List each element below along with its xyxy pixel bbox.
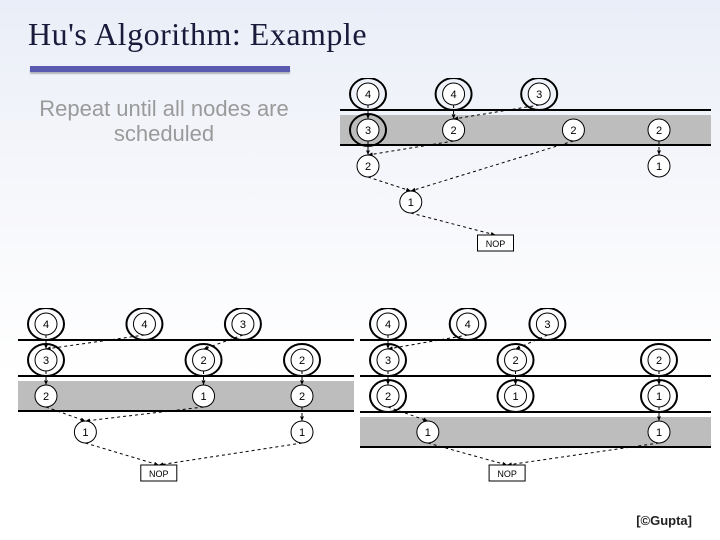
svg-text:2: 2 (299, 355, 305, 367)
svg-text:2: 2 (200, 355, 206, 367)
svg-text:2: 2 (299, 391, 305, 403)
svg-text:3: 3 (365, 125, 371, 137)
svg-text:2: 2 (43, 391, 49, 403)
svg-text:2: 2 (512, 355, 518, 367)
svg-text:4: 4 (141, 319, 147, 331)
svg-text:1: 1 (656, 391, 662, 403)
svg-text:2: 2 (656, 125, 662, 137)
svg-text:1: 1 (200, 391, 206, 403)
svg-text:3: 3 (544, 319, 550, 331)
svg-text:1: 1 (425, 427, 431, 439)
svg-text:3: 3 (536, 89, 542, 101)
svg-text:1: 1 (656, 161, 662, 173)
svg-text:NOP: NOP (497, 469, 517, 479)
slide-subtext: Repeat until all nodes are scheduled (4, 96, 324, 147)
svg-text:1: 1 (82, 427, 88, 439)
svg-text:NOP: NOP (486, 239, 506, 249)
svg-text:NOP: NOP (149, 469, 169, 479)
svg-text:3: 3 (43, 355, 49, 367)
title-underline (30, 66, 290, 72)
svg-text:2: 2 (451, 125, 457, 137)
svg-text:1: 1 (408, 197, 414, 209)
svg-text:4: 4 (365, 89, 371, 101)
svg-text:1: 1 (512, 391, 518, 403)
diagram-panel-top-right: 4 4 3 3 2 2 2 2 1 1 NOP (338, 78, 713, 298)
svg-text:2: 2 (656, 355, 662, 367)
svg-text:3: 3 (240, 319, 246, 331)
svg-text:4: 4 (385, 319, 391, 331)
svg-text:1: 1 (299, 427, 305, 439)
diagram-panel-bottom-right: 4 4 3 3 2 2 2 1 1 1 1 NOP (358, 308, 713, 532)
svg-text:4: 4 (465, 319, 471, 331)
svg-text:4: 4 (451, 89, 457, 101)
svg-text:2: 2 (365, 161, 371, 173)
svg-text:4: 4 (43, 319, 49, 331)
slide-title: Hu's Algorithm: Example (28, 16, 367, 53)
diagram-panel-bottom-left: 4 4 3 3 2 2 2 1 2 1 1 NOP (16, 308, 356, 532)
svg-text:2: 2 (570, 125, 576, 137)
svg-text:1: 1 (656, 427, 662, 439)
svg-text:3: 3 (385, 355, 391, 367)
svg-text:2: 2 (385, 391, 391, 403)
